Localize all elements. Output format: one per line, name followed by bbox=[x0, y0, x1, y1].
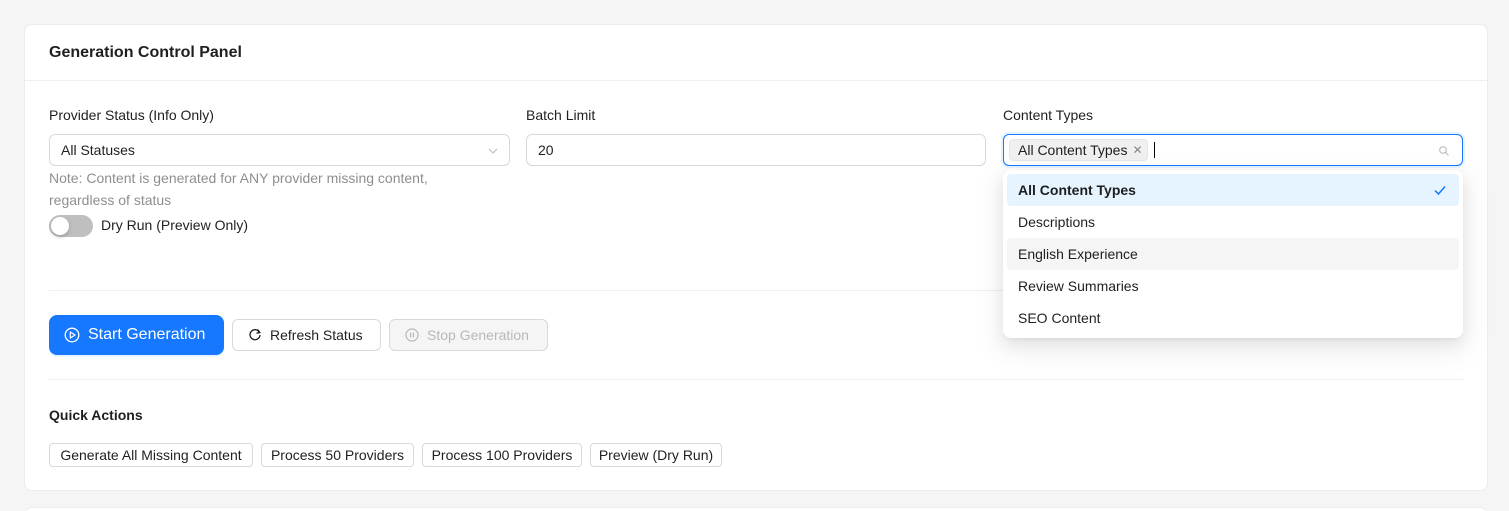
search-icon bbox=[1439, 146, 1449, 156]
refresh-status-label: Refresh Status bbox=[270, 327, 363, 343]
option-seo-content[interactable]: SEO Content bbox=[1007, 302, 1459, 334]
selected-tag-label: All Content Types bbox=[1018, 142, 1128, 158]
reload-icon bbox=[249, 329, 261, 341]
next-panel-edge bbox=[24, 507, 1488, 511]
divider bbox=[49, 379, 1463, 380]
stop-generation-button[interactable]: Stop Generation bbox=[389, 319, 548, 351]
provider-status-select[interactable]: All Statuses bbox=[49, 134, 510, 166]
switch-knob bbox=[51, 217, 69, 235]
start-generation-label: Start Generation bbox=[88, 326, 206, 343]
selected-tag: All Content Types ✕ bbox=[1009, 139, 1148, 161]
pause-circle-icon bbox=[405, 328, 419, 342]
refresh-status-button[interactable]: Refresh Status bbox=[232, 319, 381, 351]
option-label: English Experience bbox=[1018, 246, 1138, 262]
option-label: Descriptions bbox=[1018, 214, 1096, 230]
generate-all-missing-button[interactable]: Generate All Missing Content bbox=[49, 443, 253, 467]
provider-status-note: Note: Content is generated for ANY provi… bbox=[49, 170, 428, 208]
content-types-dropdown: All Content Types Descriptions English E… bbox=[1003, 170, 1463, 338]
panel-title: Generation Control Panel bbox=[49, 44, 242, 61]
provider-status-value: All Statuses bbox=[61, 142, 135, 158]
process-100-button[interactable]: Process 100 Providers bbox=[422, 443, 582, 467]
batch-limit-value: 20 bbox=[538, 142, 554, 158]
process-50-button[interactable]: Process 50 Providers bbox=[261, 443, 414, 467]
play-circle-icon bbox=[64, 327, 80, 343]
option-all-content-types[interactable]: All Content Types bbox=[1007, 174, 1459, 206]
option-review-summaries[interactable]: Review Summaries bbox=[1007, 270, 1459, 302]
preview-dry-run-button[interactable]: Preview (Dry Run) bbox=[590, 443, 722, 467]
stop-generation-label: Stop Generation bbox=[427, 327, 529, 343]
dry-run-switch[interactable] bbox=[49, 215, 93, 237]
option-english-experience[interactable]: English Experience bbox=[1007, 238, 1459, 270]
option-label: Review Summaries bbox=[1018, 278, 1139, 294]
text-caret bbox=[1154, 142, 1155, 158]
panel-header: Generation Control Panel bbox=[25, 25, 1487, 81]
close-icon[interactable]: ✕ bbox=[1132, 144, 1142, 156]
option-descriptions[interactable]: Descriptions bbox=[1007, 206, 1459, 238]
provider-status-label: Provider Status (Info Only) bbox=[49, 107, 214, 123]
chevron-down-icon bbox=[488, 148, 498, 154]
start-generation-button[interactable]: Start Generation bbox=[49, 315, 224, 355]
option-label: All Content Types bbox=[1018, 182, 1136, 198]
batch-limit-label: Batch Limit bbox=[526, 107, 596, 123]
batch-limit-input[interactable]: 20 bbox=[526, 134, 986, 166]
option-label: SEO Content bbox=[1018, 310, 1101, 326]
dry-run-label: Dry Run (Preview Only) bbox=[101, 217, 249, 233]
check-icon bbox=[1434, 186, 1446, 196]
content-types-label: Content Types bbox=[1003, 107, 1094, 123]
content-types-select[interactable]: All Content Types ✕ bbox=[1003, 134, 1463, 166]
quick-actions-title: Quick Actions bbox=[49, 407, 143, 423]
